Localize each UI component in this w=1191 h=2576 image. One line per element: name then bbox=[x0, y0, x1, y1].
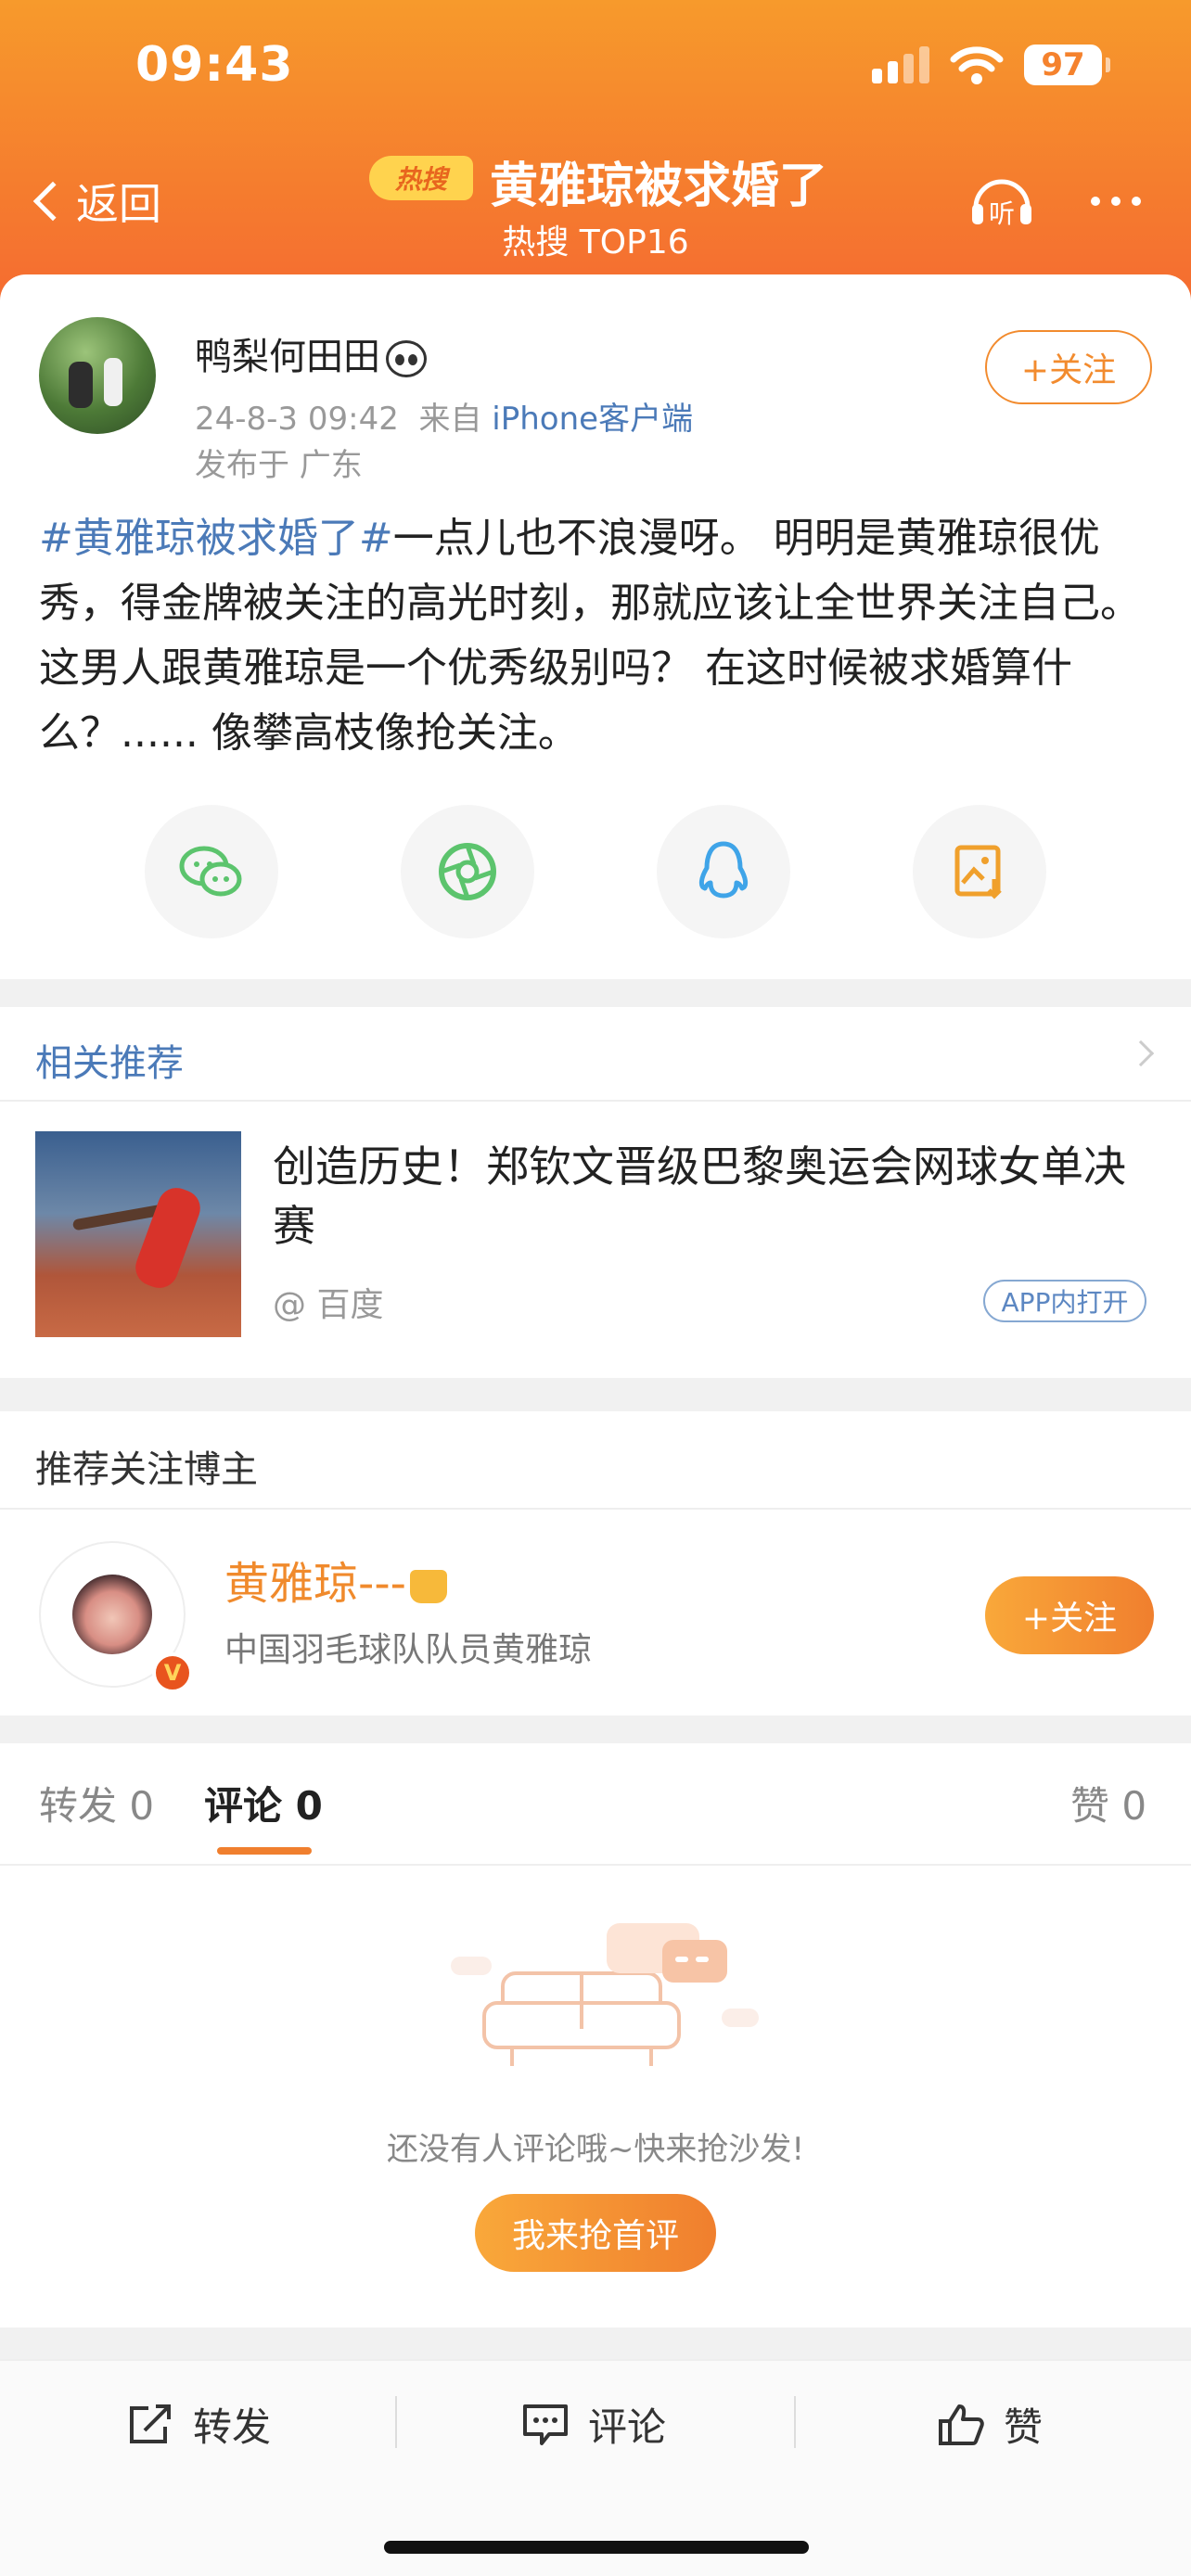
active-tab-indicator bbox=[217, 1847, 312, 1855]
save-image-button[interactable] bbox=[913, 805, 1046, 938]
status-icons: 97 bbox=[872, 45, 1110, 85]
like-button[interactable]: 赞 bbox=[937, 2396, 1043, 2453]
share-moments-button[interactable] bbox=[401, 805, 534, 938]
divider bbox=[395, 2396, 397, 2448]
tab-comments[interactable]: 评论 0 bbox=[204, 1775, 323, 1831]
recommended-blogger-section: 推荐关注博主 V 黄雅琼--- 中国羽毛球队队员黄雅琼 +关注 bbox=[0, 1411, 1191, 1715]
blogger-name-row[interactable]: 黄雅琼--- bbox=[224, 1547, 447, 1612]
first-comment-button[interactable]: 我来抢首评 bbox=[475, 2194, 716, 2272]
post-timestamp: 24-8-3 09:42 bbox=[195, 401, 399, 438]
home-indicator[interactable] bbox=[384, 2541, 809, 2554]
divider bbox=[0, 1100, 1191, 1102]
empty-comments-text: 还没有人评论哦~快来抢沙发! bbox=[386, 2131, 805, 2168]
tab-likes-count: 0 bbox=[1121, 1783, 1147, 1829]
qq-penguin-icon bbox=[698, 841, 749, 899]
like-label: 赞 bbox=[1004, 2404, 1044, 2450]
empty-sofa-illustration bbox=[451, 1923, 759, 2066]
related-thumbnail[interactable] bbox=[35, 1131, 241, 1337]
tab-comments-count: 0 bbox=[295, 1783, 323, 1829]
author-avatar[interactable] bbox=[39, 317, 156, 434]
battery-indicator: 97 bbox=[1024, 45, 1110, 85]
chevron-right-icon[interactable] bbox=[1127, 1039, 1155, 1067]
post-location: 发布于 广东 bbox=[195, 447, 363, 484]
tab-repost[interactable]: 转发 0 bbox=[39, 1775, 154, 1831]
post-meta: 24-8-3 09:42 来自 iPhone客户端 bbox=[195, 393, 693, 439]
more-options-icon[interactable] bbox=[1091, 197, 1141, 206]
tab-comments-label: 评论 bbox=[204, 1783, 283, 1829]
share-qq-button[interactable] bbox=[657, 805, 790, 938]
tab-likes-label: 赞 bbox=[1070, 1783, 1110, 1829]
tab-likes[interactable]: 赞 0 bbox=[1070, 1775, 1146, 1831]
follow-blogger-button[interactable]: +关注 bbox=[985, 1576, 1154, 1654]
listen-label: 听 bbox=[989, 198, 1015, 229]
hot-search-badge: 热搜 bbox=[369, 156, 473, 200]
divider bbox=[0, 1864, 1191, 1866]
repost-label: 转发 bbox=[193, 2404, 272, 2450]
blogger-description: 中国羽毛球队队员黄雅琼 bbox=[224, 1631, 593, 1669]
divider bbox=[794, 2396, 796, 2448]
page-title: 黄雅琼被求婚了 bbox=[490, 159, 828, 214]
crown-icon bbox=[409, 1570, 447, 1603]
divider bbox=[0, 1508, 1191, 1510]
follow-author-button[interactable]: +关注 bbox=[985, 330, 1152, 404]
post-from-prefix: 来自 bbox=[418, 401, 482, 438]
author-name-row[interactable]: 鸭梨何田田 bbox=[195, 326, 427, 380]
wifi-icon bbox=[950, 46, 1004, 84]
related-section: 相关推荐 创造历史！郑钦文晋级巴黎奥运会网球女单决赛 @ 百度 APP内打开 bbox=[0, 1007, 1191, 1378]
thumbs-up-icon bbox=[939, 2404, 984, 2445]
top-header: 09:43 97 返回 热搜 黄雅琼被求婚了 热搜 TOP16 听 bbox=[0, 0, 1191, 306]
comment-button[interactable]: 评论 bbox=[521, 2396, 666, 2453]
moments-aperture-icon bbox=[439, 843, 496, 900]
headphones-icon: 听 bbox=[972, 179, 1031, 229]
comment-icon bbox=[523, 2404, 568, 2445]
cellular-signal-icon bbox=[872, 46, 929, 83]
related-article-title[interactable]: 创造历史！郑钦文晋级巴黎奥运会网球女单决赛 bbox=[273, 1137, 1154, 1256]
tab-repost-label: 转发 bbox=[39, 1783, 118, 1829]
related-heading: 相关推荐 bbox=[35, 1042, 184, 1085]
repost-button[interactable]: 转发 bbox=[126, 2396, 271, 2453]
status-time: 09:43 bbox=[135, 37, 294, 93]
tab-repost-count: 0 bbox=[129, 1783, 155, 1829]
listen-button[interactable]: 听 bbox=[968, 171, 1035, 230]
comment-label: 评论 bbox=[588, 2404, 667, 2450]
save-image-icon bbox=[954, 845, 1002, 899]
related-source: @ 百度 bbox=[273, 1286, 384, 1324]
comments-section: 转发 0 评论 0 赞 0 还没有人评论哦~快来抢沙发! 我来抢首评 bbox=[0, 1743, 1191, 2327]
wechat-icon bbox=[179, 846, 242, 897]
hashtag-link[interactable]: #黄雅琼被求婚了# bbox=[39, 515, 393, 562]
hot-search-badge-label: 热搜 bbox=[394, 164, 447, 195]
panda-emoji-icon bbox=[386, 340, 427, 377]
open-in-app-button[interactable]: APP内打开 bbox=[983, 1280, 1146, 1322]
author-name: 鸭梨何田田 bbox=[195, 336, 380, 378]
post-card: 鸭梨何田田 24-8-3 09:42 来自 iPhone客户端 发布于 广东 +… bbox=[0, 274, 1191, 979]
repost-icon bbox=[130, 2404, 171, 2443]
recommended-blogger-heading: 推荐关注博主 bbox=[35, 1448, 258, 1491]
blogger-name: 黄雅琼--- bbox=[224, 1558, 406, 1610]
verified-badge-icon: V bbox=[152, 1652, 193, 1693]
post-body: #黄雅琼被求婚了#一点儿也不浪漫呀。 明明是黄雅琼很优秀，得金牌被关注的高光时刻… bbox=[39, 506, 1156, 766]
share-wechat-button[interactable] bbox=[145, 805, 278, 938]
post-source-link[interactable]: iPhone客户端 bbox=[492, 401, 693, 438]
